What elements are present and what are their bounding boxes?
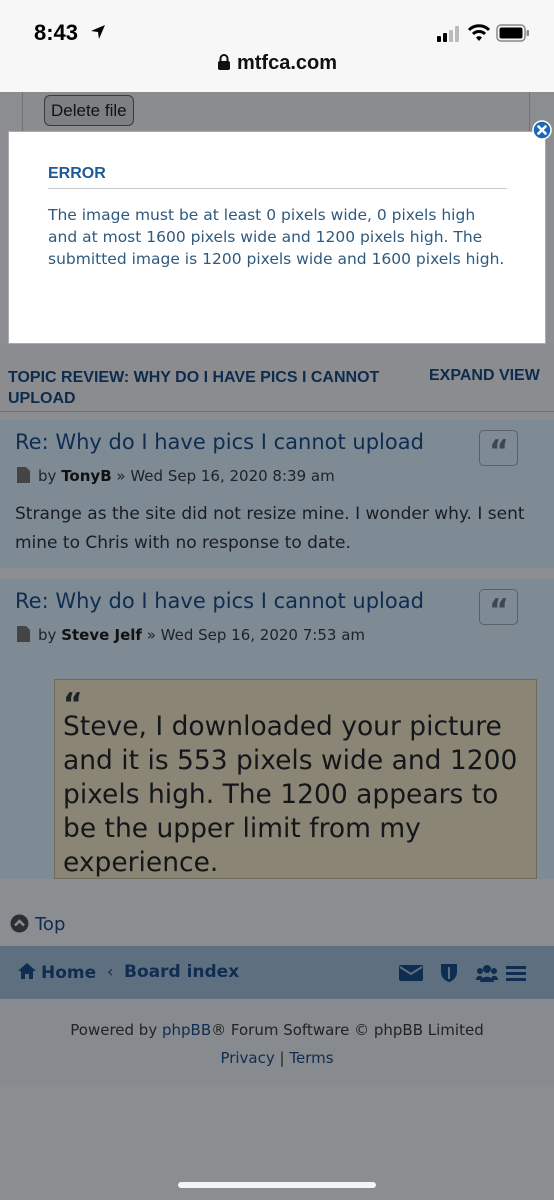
document-icon <box>17 626 30 642</box>
users-icon[interactable] <box>476 962 498 984</box>
quote-icon: “ <box>489 434 509 469</box>
chevron-up-circle-icon <box>10 914 29 933</box>
post-title[interactable]: Re: Why do I have pics I cannot upload <box>15 589 424 613</box>
post-body: Strange as the site did not resize mine.… <box>15 504 525 553</box>
envelope-icon[interactable] <box>399 962 423 984</box>
post-author[interactable]: Steve Jelf <box>61 626 142 644</box>
post-date: » Wed Sep 16, 2020 8:39 am <box>116 467 335 485</box>
home-indicator <box>178 1182 376 1188</box>
delete-file-button[interactable]: Delete file <box>44 95 134 126</box>
quote-button[interactable]: “ <box>479 430 518 469</box>
post-author[interactable]: TonyB <box>61 467 111 485</box>
lock-icon <box>217 54 230 70</box>
phpbb-link[interactable]: phpBB <box>162 1021 211 1039</box>
home-link[interactable]: Home <box>17 962 96 983</box>
quote-button[interactable]: “ <box>479 589 518 628</box>
quote-text: Steve, I downloaded your picture and it … <box>63 711 518 878</box>
status-bar: 8:43 mtfca.com <box>0 0 554 92</box>
footer-links: Privacy | Terms <box>0 1049 554 1067</box>
bottom-navbar: Home ‹ Board index <box>0 946 554 999</box>
error-dialog: ERROR The image must be at least 0 pixel… <box>8 131 546 344</box>
document-icon <box>17 467 30 483</box>
url-bar[interactable]: mtfca.com <box>0 52 554 82</box>
svg-text:“: “ <box>63 688 83 708</box>
quote-mark-icon: “ <box>63 688 83 708</box>
privacy-link[interactable]: Privacy <box>220 1049 274 1067</box>
post-date: » Wed Sep 16, 2020 7:53 am <box>146 626 365 644</box>
cellular-signal-icon <box>437 26 459 42</box>
post: Re: Why do I have pics I cannot upload “… <box>0 420 554 568</box>
location-arrow-icon <box>91 25 105 39</box>
topic-review-heading: TOPIC REVIEW: WHY DO I HAVE PICS I CANNO… <box>8 369 380 407</box>
menu-icon[interactable] <box>506 962 526 984</box>
expand-view-link[interactable]: EXPAND VIEW <box>429 367 540 385</box>
shield-icon[interactable] <box>440 962 458 984</box>
terms-link[interactable]: Terms <box>289 1049 333 1067</box>
post-title[interactable]: Re: Why do I have pics I cannot upload <box>15 430 424 454</box>
blockquote: “ Steve, I downloaded your picture and i… <box>54 679 537 879</box>
battery-icon <box>496 24 529 42</box>
breadcrumb-separator: ‹ <box>107 962 114 981</box>
top-link[interactable]: Top <box>10 914 65 935</box>
dialog-title: ERROR <box>48 165 106 182</box>
svg-text:“: “ <box>489 434 509 467</box>
url-text: mtfca.com <box>236 52 338 74</box>
quote-icon: “ <box>489 593 509 628</box>
board-index-link[interactable]: Board index <box>124 962 239 982</box>
close-icon[interactable] <box>532 120 552 140</box>
wifi-icon <box>468 24 490 41</box>
post-meta: by Steve Jelf » Wed Sep 16, 2020 7:53 am <box>17 626 365 644</box>
post-meta: by TonyB » Wed Sep 16, 2020 8:39 am <box>17 467 335 485</box>
clock: 8:43 <box>34 20 79 45</box>
svg-text:“: “ <box>489 593 509 626</box>
dialog-message: The image must be at least 0 pixels wide… <box>48 206 505 268</box>
powered-by: Powered by phpBB® Forum Software © phpBB… <box>70 1021 484 1039</box>
footer: Powered by phpBB® Forum Software © phpBB… <box>0 999 554 1085</box>
post: Re: Why do I have pics I cannot upload “… <box>0 579 554 879</box>
footer-separator: | <box>279 1049 285 1067</box>
divider <box>48 188 507 189</box>
home-icon <box>18 963 36 979</box>
